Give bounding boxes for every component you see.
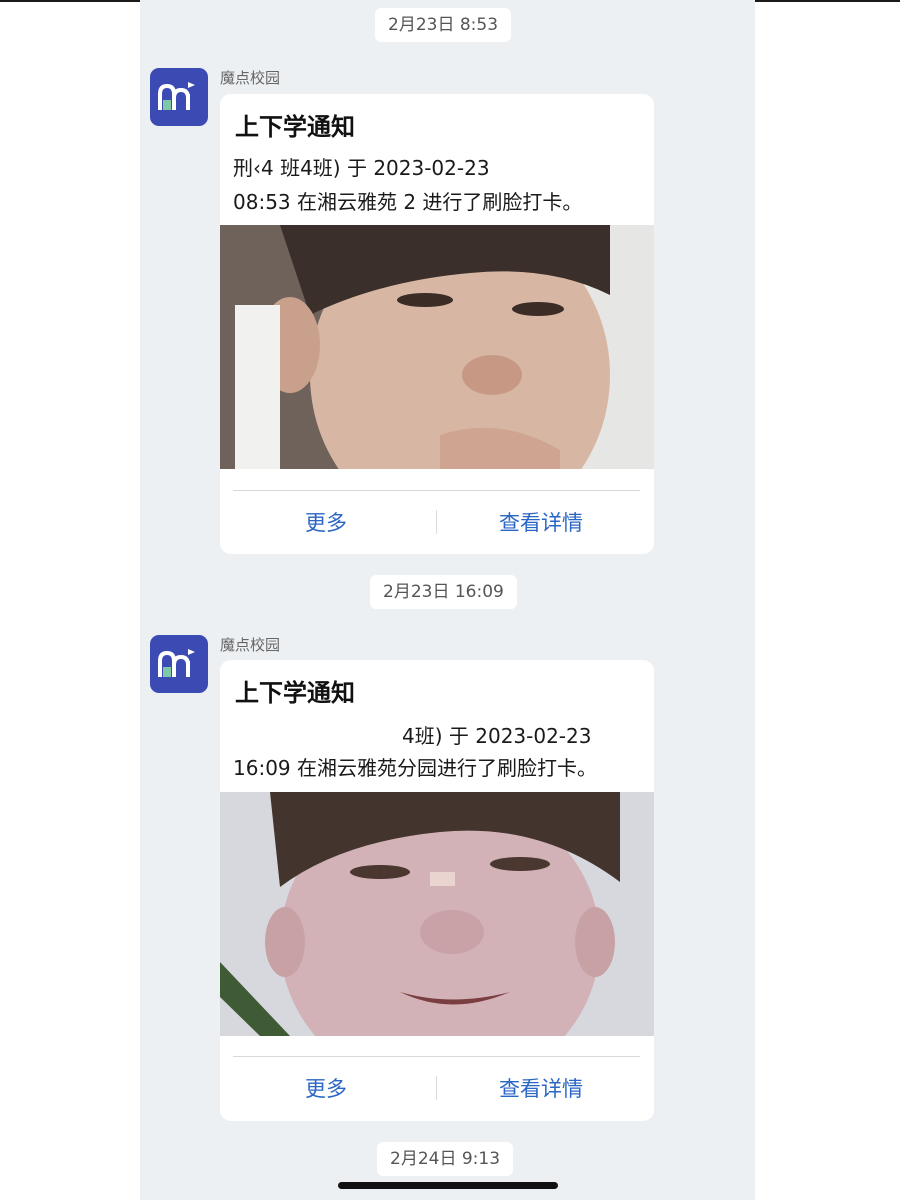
sender-name: 魔点校园 bbox=[220, 636, 281, 654]
card-body-line-1: 4班) 于 2023-02-23 bbox=[402, 724, 592, 748]
sender-name: 魔点校园 bbox=[220, 69, 281, 87]
card-body-line-2: 08:53 在湘云雅苑 2 进行了刷脸打卡。 bbox=[233, 190, 583, 214]
modian-app-logo-icon bbox=[158, 649, 195, 677]
face-scan-photo[interactable] bbox=[220, 792, 654, 1036]
sender-avatar[interactable] bbox=[150, 68, 208, 126]
more-button[interactable]: 更多 bbox=[305, 1073, 347, 1103]
face-scan-photo[interactable] bbox=[220, 225, 654, 469]
chat-thread[interactable]: 2月23日 8:53 魔点校园 上下学通知 刑‹4 班4班) 于 2023-02… bbox=[140, 0, 755, 1200]
timestamp-1: 2月23日 8:53 bbox=[375, 8, 512, 42]
action-separator bbox=[436, 510, 437, 534]
card-divider bbox=[233, 1056, 640, 1057]
action-separator bbox=[436, 1076, 437, 1100]
card-body-line-2: 16:09 在湘云雅苑分园进行了刷脸打卡。 bbox=[233, 756, 597, 780]
sender-avatar[interactable] bbox=[150, 635, 208, 693]
card-title: 上下学通知 bbox=[235, 679, 355, 707]
view-details-button[interactable]: 查看详情 bbox=[499, 507, 583, 537]
more-button[interactable]: 更多 bbox=[305, 507, 347, 537]
view-details-button[interactable]: 查看详情 bbox=[499, 1073, 583, 1103]
home-indicator[interactable] bbox=[338, 1182, 558, 1189]
notification-card[interactable]: 上下学通知 4班) 于 2023-02-23 16:09 在湘云雅苑分园进行了刷… bbox=[220, 660, 654, 1121]
card-title: 上下学通知 bbox=[235, 113, 355, 141]
timestamp-2: 2月23日 16:09 bbox=[370, 575, 517, 609]
modian-app-logo-icon bbox=[158, 82, 195, 110]
timestamp-3: 2月24日 9:13 bbox=[377, 1142, 514, 1176]
card-divider bbox=[233, 490, 640, 491]
card-body-line-1: 刑‹4 班4班) 于 2023-02-23 bbox=[233, 156, 490, 180]
notification-card[interactable]: 上下学通知 刑‹4 班4班) 于 2023-02-23 08:53 在湘云雅苑 … bbox=[220, 94, 654, 554]
